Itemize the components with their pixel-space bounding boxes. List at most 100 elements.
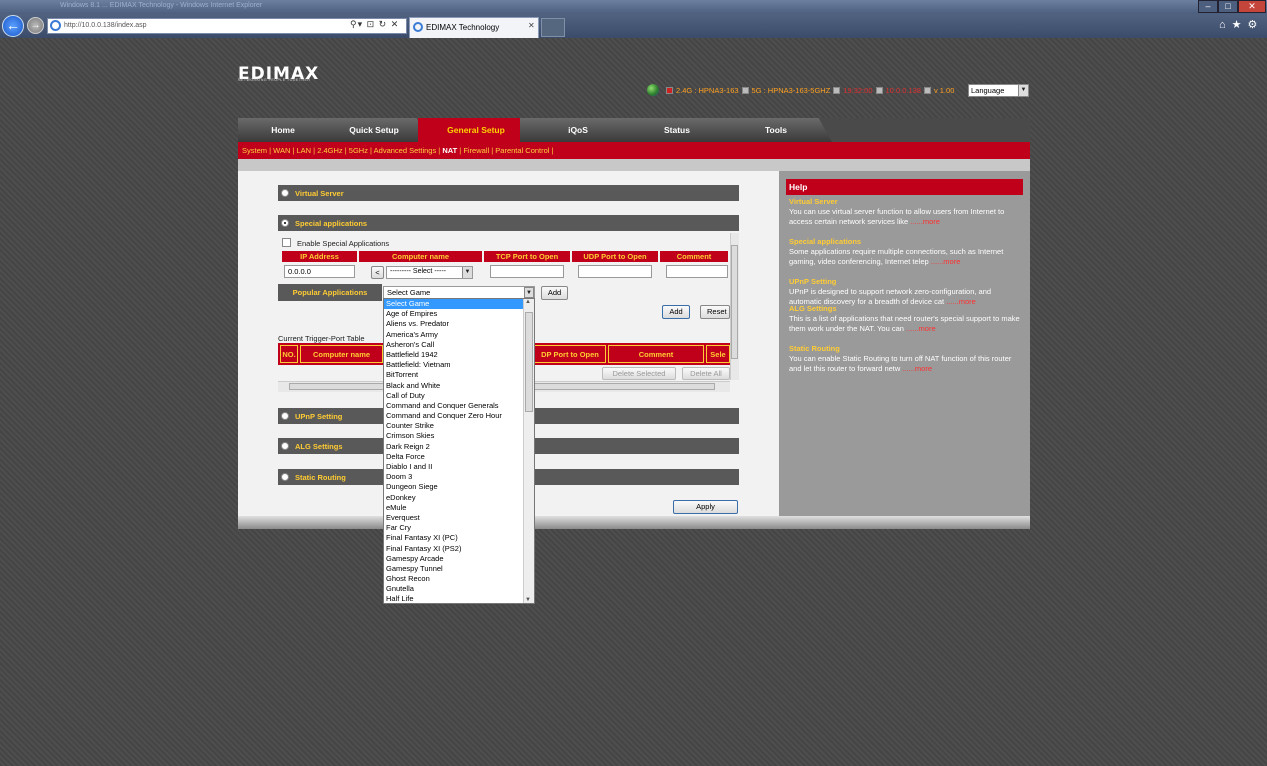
tcp-port-input[interactable]: [490, 265, 564, 278]
game-option[interactable]: Dungeon Siege: [384, 482, 534, 492]
help-item-title[interactable]: Special applications: [789, 237, 861, 246]
ie-icon: [50, 20, 61, 31]
game-option[interactable]: Diablo I and II: [384, 462, 534, 472]
close-window-button[interactable]: ✕: [1238, 0, 1266, 13]
game-option[interactable]: BitTorrent: [384, 370, 534, 380]
help-item-title[interactable]: Static Routing: [789, 344, 840, 353]
toolbar-icons[interactable]: ⌂★⚙: [1219, 18, 1263, 31]
address-tools[interactable]: ⚲▾ ⊡ ↻ ✕: [350, 19, 399, 30]
submenu-parental[interactable]: Parental Control: [495, 146, 549, 155]
submenu-24ghz[interactable]: 2.4GHz: [317, 146, 342, 155]
game-option[interactable]: Final Fantasy XI (PS2): [384, 544, 534, 554]
game-dropdown-list[interactable]: Select Game Age of Empires Aliens vs. Pred…: [383, 298, 535, 604]
game-option[interactable]: Command and Conquer Generals: [384, 401, 534, 411]
radio-upnp[interactable]: [281, 412, 289, 420]
comment-input[interactable]: [666, 265, 728, 278]
copy-arrow-button[interactable]: <: [371, 266, 384, 279]
ip-input[interactable]: 0.0.0.0: [284, 265, 355, 278]
game-option[interactable]: Battlefield: Vietnam: [384, 360, 534, 370]
more-link[interactable]: ......more: [946, 297, 976, 306]
submenu-firewall[interactable]: Firewall: [463, 146, 489, 155]
radio-special-apps[interactable]: [281, 219, 289, 227]
game-option[interactable]: Battlefield 1942: [384, 350, 534, 360]
apply-button[interactable]: Apply: [673, 500, 738, 514]
home-icon: ⌂: [1219, 19, 1232, 31]
close-tab-icon[interactable]: ✕: [528, 21, 535, 30]
game-option[interactable]: Gamespy Tunnel: [384, 564, 534, 574]
menu-iqos[interactable]: iQoS: [520, 118, 636, 142]
section-special-apps: Special applications: [278, 215, 739, 231]
minimize-button[interactable]: –: [1198, 0, 1218, 13]
delete-all-button[interactable]: Delete All: [682, 367, 730, 380]
delete-selected-button[interactable]: Delete Selected: [602, 367, 676, 380]
game-option[interactable]: Delta Force: [384, 452, 534, 462]
game-option[interactable]: Gnutella: [384, 584, 534, 594]
game-option[interactable]: Counter Strike: [384, 421, 534, 431]
menu-tools[interactable]: Tools: [720, 118, 832, 142]
header-tcp: TCP Port to Open: [484, 251, 570, 262]
menu-quick-setup[interactable]: Quick Setup: [318, 118, 430, 142]
more-link[interactable]: ......more: [902, 364, 932, 373]
more-link[interactable]: ......more: [931, 257, 961, 266]
game-option[interactable]: Age of Empires: [384, 309, 534, 319]
game-option[interactable]: Doom 3: [384, 472, 534, 482]
more-link[interactable]: ......more: [910, 217, 940, 226]
game-option[interactable]: Far Cry: [384, 523, 534, 533]
add-button[interactable]: Add: [662, 305, 690, 319]
status-time: 19:32:00: [843, 85, 873, 95]
game-option[interactable]: Half Life: [384, 594, 534, 603]
radio-virtual-server[interactable]: [281, 189, 289, 197]
submenu-lan[interactable]: LAN: [297, 146, 312, 155]
radio-static-routing[interactable]: [281, 473, 289, 481]
game-option[interactable]: Select Game: [384, 299, 534, 310]
game-option[interactable]: Command and Conquer Zero Hour: [384, 411, 534, 421]
game-option[interactable]: Asheron's Call: [384, 340, 534, 350]
menu-status[interactable]: Status: [620, 118, 734, 142]
status-version: v 1.00: [933, 85, 955, 95]
more-link[interactable]: ......more: [906, 324, 936, 333]
game-option[interactable]: America's Army: [384, 330, 534, 340]
computer-select[interactable]: --------- Select -----: [386, 266, 473, 279]
game-option[interactable]: Call of Duty: [384, 391, 534, 401]
chevron-down-icon[interactable]: ▼: [524, 287, 534, 298]
dropdown-scrollbar[interactable]: ▲ ▼: [523, 299, 534, 603]
header-udp: UDP Port to Open: [572, 251, 658, 262]
game-option[interactable]: Ghost Recon: [384, 574, 534, 584]
submenu-wan[interactable]: WAN: [273, 146, 290, 155]
radio-alg[interactable]: [281, 442, 289, 450]
scroll-up-icon: ▲: [525, 299, 531, 305]
maximize-button[interactable]: □: [1218, 0, 1238, 13]
chevron-down-icon[interactable]: ▼: [1018, 85, 1028, 96]
dropdown-scroll-thumb: [525, 312, 533, 412]
enable-checkbox[interactable]: [282, 238, 291, 247]
game-option[interactable]: eMule: [384, 503, 534, 513]
game-option[interactable]: Aliens vs. Predator: [384, 319, 534, 329]
help-item-title[interactable]: UPnP Setting: [789, 277, 836, 286]
menu-home[interactable]: Home: [238, 118, 328, 142]
game-option[interactable]: Final Fantasy XI (PC): [384, 533, 534, 543]
menu-general-setup[interactable]: General Setup: [418, 118, 534, 142]
col-select: Sele: [706, 345, 730, 363]
game-option[interactable]: Dark Reign 2: [384, 442, 534, 452]
add-game-button[interactable]: Add: [541, 286, 568, 300]
submenu-5ghz[interactable]: 5GHz: [349, 146, 368, 155]
frame-scroll-thumb[interactable]: [731, 245, 738, 359]
game-option[interactable]: Everquest: [384, 513, 534, 523]
game-option[interactable]: Crimson Skies: [384, 431, 534, 441]
game-option[interactable]: Black and White: [384, 381, 534, 391]
forward-button[interactable]: →: [27, 17, 44, 34]
game-option[interactable]: Gamespy Arcade: [384, 554, 534, 564]
chevron-down-icon[interactable]: ▼: [462, 267, 472, 278]
submenu-system[interactable]: System: [242, 146, 267, 155]
udp-port-input[interactable]: [578, 265, 652, 278]
submenu-advanced[interactable]: Advanced Settings: [374, 146, 437, 155]
submenu: System | WAN | LAN | 2.4GHz | 5GHz | Adv…: [238, 142, 1030, 159]
help-item-title[interactable]: ALG Settings: [789, 304, 837, 313]
back-button[interactable]: ←: [2, 15, 24, 37]
new-tab-button[interactable]: [541, 18, 565, 37]
help-item-title[interactable]: Virtual Server: [789, 197, 838, 206]
submenu-nat[interactable]: NAT: [442, 146, 457, 155]
browser-tab[interactable]: EDIMAX Technology: [409, 17, 539, 38]
reset-button[interactable]: Reset: [700, 305, 730, 319]
game-option[interactable]: eDonkey: [384, 493, 534, 503]
